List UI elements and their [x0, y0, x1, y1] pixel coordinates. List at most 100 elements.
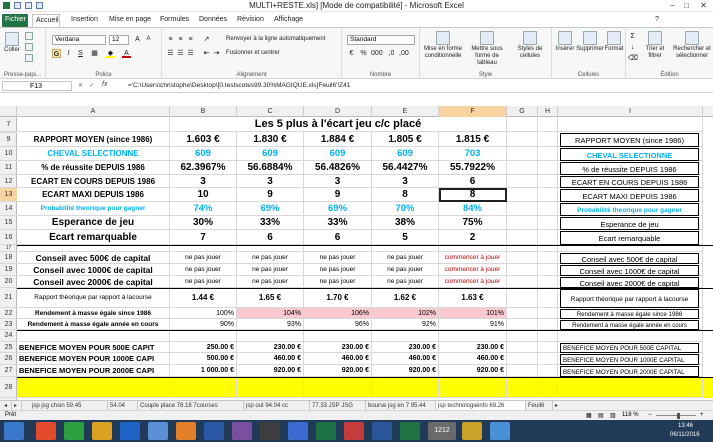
row-header-15[interactable]: 15	[0, 216, 17, 230]
cell-d9-value[interactable]: 1.884 €	[304, 132, 372, 147]
label-i26[interactable]: BENEFICE MOYEN POUR 1000E CAPITAL	[560, 354, 699, 365]
cell-e26-value[interactable]: 460.00 €	[372, 353, 439, 365]
zoom-out-icon[interactable]: −	[648, 412, 652, 418]
app-icon-7[interactable]	[344, 422, 364, 440]
increase-decimal-icon[interactable]: ,0	[387, 49, 396, 58]
shrink-font-icon[interactable]: A	[144, 35, 153, 44]
cell-e12-value[interactable]: 3	[372, 175, 439, 188]
cell-g23[interactable]	[507, 319, 538, 330]
cell-g13[interactable]	[507, 188, 538, 202]
col-header-e[interactable]: E	[372, 106, 439, 117]
label-i10[interactable]: CHEVAL SELECTIONNE	[560, 148, 699, 161]
cell-c22-value[interactable]: 104%	[237, 308, 304, 319]
font-name-select[interactable]: Verdana	[52, 35, 106, 45]
cell-h17[interactable]	[538, 245, 558, 252]
cell-f11-value[interactable]: 55.7922%	[439, 161, 507, 175]
row-header-14[interactable]: 14	[0, 202, 17, 216]
cell-b16-value[interactable]: 7	[170, 230, 237, 245]
label-i23[interactable]: Rendement à masse égale année en cours	[560, 320, 699, 330]
col-header-a[interactable]: A	[17, 106, 170, 117]
chrome-icon[interactable]	[36, 422, 56, 440]
cell-f25-value[interactable]: 230.00 €	[439, 342, 507, 353]
cell-h14[interactable]	[538, 202, 558, 216]
cell-e22-value[interactable]: 102%	[372, 308, 439, 319]
label-i16[interactable]: Ecart remarquable	[560, 231, 699, 245]
cell-g21[interactable]	[507, 288, 538, 308]
cell-c19-value[interactable]: ne pas jouer	[237, 264, 304, 276]
cell-f22-value[interactable]: 101%	[439, 308, 507, 319]
help-icon[interactable]: ?	[652, 14, 662, 27]
label-a27[interactable]: BENEFICE MOYEN POUR 2000E CAPI	[17, 365, 170, 377]
percent-icon[interactable]: %	[359, 49, 368, 58]
tab-file[interactable]: Fichier	[2, 14, 28, 27]
fill-icon[interactable]: ↓	[628, 43, 637, 52]
label-i27[interactable]: BENEFICE MOYEN POUR 2000E CAPITAL	[560, 366, 699, 377]
zoom-level[interactable]: 118 %	[622, 412, 639, 418]
close-button[interactable]: ✕	[699, 1, 708, 10]
font-size-select[interactable]: 12	[109, 35, 129, 45]
orientation-icon[interactable]: ↗	[202, 35, 211, 44]
app-icon-4[interactable]	[260, 422, 280, 440]
label-a25[interactable]: BENEFICE MOYEN POUR 500E CAPIT	[17, 342, 170, 353]
cell-c17[interactable]	[237, 245, 304, 252]
label-i13[interactable]: ECART MAXI DEPUIS 1986	[560, 189, 699, 202]
cell-f20-value[interactable]: commencer à jouer	[439, 276, 507, 288]
cell-h11[interactable]	[538, 161, 558, 175]
page-break-view-icon[interactable]: ▥	[610, 412, 616, 419]
formula-input[interactable]: ='C:\Users\christophe\Desktop\[0.testsco…	[128, 81, 350, 91]
cell-d26-value[interactable]: 460.00 €	[304, 353, 372, 365]
cell-e15-value[interactable]: 38%	[372, 216, 439, 230]
zoom-in-icon[interactable]: +	[700, 412, 704, 418]
label-a23[interactable]: Rendement à masse égale année en cours	[17, 319, 170, 330]
cell-c24[interactable]	[237, 330, 304, 342]
cell-e28[interactable]	[372, 377, 439, 398]
cell-f27-value[interactable]: 920.00 €	[439, 365, 507, 377]
app-icon-9[interactable]	[490, 422, 510, 440]
cell-i7[interactable]	[558, 117, 703, 132]
cell-g18[interactable]	[507, 252, 538, 264]
col-header-b[interactable]: B	[170, 106, 237, 117]
cell-g27[interactable]	[507, 365, 538, 377]
cell-g10[interactable]	[507, 147, 538, 161]
cell-styles-button[interactable]: Styles de cellules	[510, 31, 550, 60]
cell-b9-value[interactable]: 1.603 €	[170, 132, 237, 147]
app-icon-5[interactable]	[288, 422, 308, 440]
cell-e23-value[interactable]: 92%	[372, 319, 439, 330]
label-a22[interactable]: Rendement à masse égale since 1986	[17, 308, 170, 319]
cell-h15[interactable]	[538, 216, 558, 230]
sheet-title[interactable]: Les 5 plus à l'écart jeu c/c placé	[170, 117, 507, 132]
cell-c10-value[interactable]: 609	[237, 147, 304, 161]
label-i20[interactable]: Conseil avec 2000€ de capital	[560, 277, 699, 288]
cell-a28[interactable]	[17, 377, 170, 398]
row-header-25[interactable]: 25	[0, 342, 17, 353]
cell-i28[interactable]	[558, 377, 703, 398]
cell-a7[interactable]	[17, 117, 170, 132]
cell-c14-value[interactable]: 69%	[237, 202, 304, 216]
cell-d20-value[interactable]: ne pas jouer	[304, 276, 372, 288]
delete-cells-button[interactable]: Supprimer	[576, 31, 604, 53]
cell-b24[interactable]	[170, 330, 237, 342]
cell-f15-value[interactable]: 75%	[439, 216, 507, 230]
cell-b26-value[interactable]: 500.00 €	[170, 353, 237, 365]
row-header-16[interactable]: 16	[0, 230, 17, 245]
tab-home[interactable]: Accueil	[32, 14, 60, 27]
firefox-icon[interactable]	[176, 422, 196, 440]
cell-d16-value[interactable]: 6	[304, 230, 372, 245]
decrease-indent-icon[interactable]: ⇤	[202, 49, 211, 58]
cell-g24[interactable]	[507, 330, 538, 342]
number-format-select[interactable]: Standard	[347, 35, 415, 45]
underline-button[interactable]: S	[76, 49, 85, 58]
cell-e24[interactable]	[372, 330, 439, 342]
format-painter-button[interactable]	[25, 54, 33, 63]
tab-formulas[interactable]: Formules	[157, 14, 192, 27]
cell-e13-value[interactable]: 8	[372, 188, 439, 202]
cell-f10-value[interactable]: 703	[439, 147, 507, 161]
row-header-24[interactable]: 24	[0, 330, 17, 342]
cell-d21-value[interactable]: 1.70 €	[304, 288, 372, 308]
label-i18[interactable]: Conseil avec 500€ de capital	[560, 253, 699, 264]
cell-d23-value[interactable]: 96%	[304, 319, 372, 330]
merge-center-button[interactable]: Fusionner et centrer	[226, 50, 338, 57]
cell-d12-value[interactable]: 3	[304, 175, 372, 188]
name-box[interactable]: F13	[2, 81, 72, 91]
app-icon-8[interactable]	[462, 422, 482, 440]
